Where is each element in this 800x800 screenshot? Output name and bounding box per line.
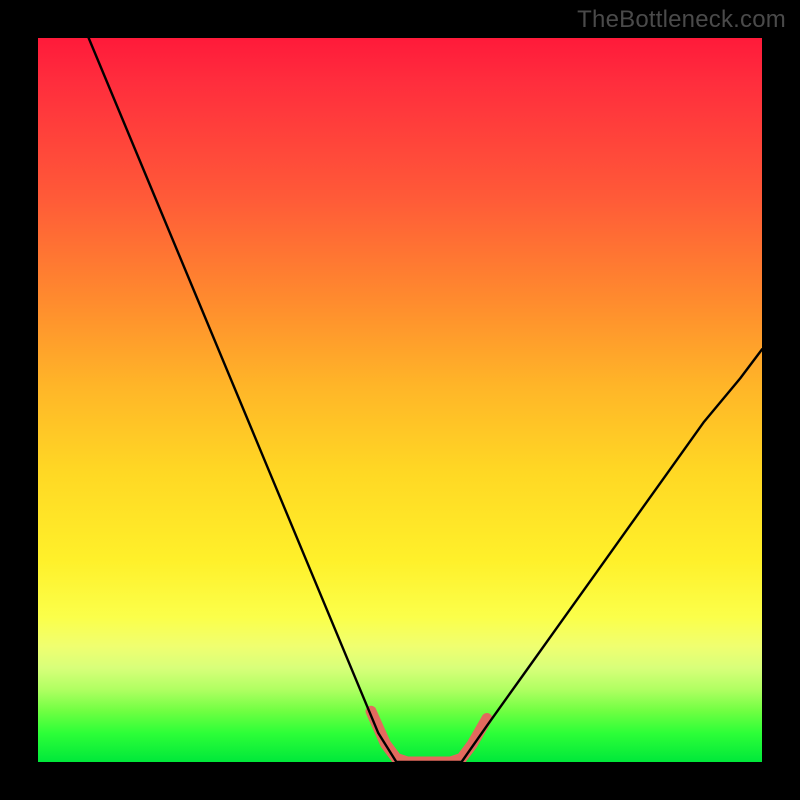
watermark-text: TheBottleneck.com	[577, 6, 786, 34]
bottleneck-curve-path	[89, 38, 762, 762]
valley-highlight-path	[371, 711, 487, 762]
chart-curve-layer	[38, 38, 762, 762]
chart-frame: TheBottleneck.com	[0, 0, 800, 800]
chart-plot-area	[38, 38, 762, 762]
